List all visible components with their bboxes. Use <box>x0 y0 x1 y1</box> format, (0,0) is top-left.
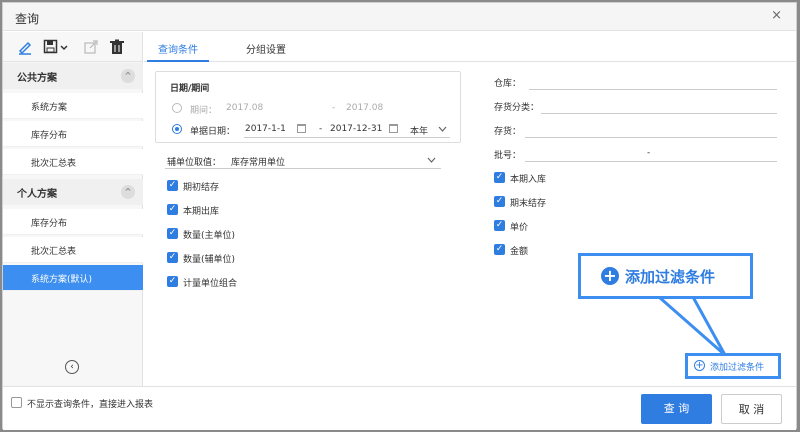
doc-date-label: 单据日期： <box>190 127 236 137</box>
dialog-footer: 不显示查询条件，直接进入报表 查 询 取 消 <box>3 386 796 430</box>
qty-aux-unit-label: 数量(辅单位) <box>183 255 236 265</box>
inventory-class-input[interactable] <box>541 113 777 114</box>
period-outbound-label: 本期出库 <box>183 207 220 217</box>
qty-main-unit-label: 数量(主单位) <box>183 231 236 241</box>
checkbox-closing-balance[interactable]: ✓ <box>494 196 505 207</box>
add-circle-icon: + <box>694 360 705 371</box>
date-preset-select[interactable]: 本年 <box>410 124 428 137</box>
add-filter-button[interactable]: + 添加过滤条件 <box>685 353 781 379</box>
inventory-input[interactable] <box>525 137 777 138</box>
collapse-sidebar-icon[interactable]: ‹ <box>65 360 79 374</box>
personal-scheme-group[interactable]: 个人方案 ^ <box>3 179 143 205</box>
closing-balance-label: 期末结存 <box>510 199 547 209</box>
checkbox-unit-group[interactable]: ✓ <box>167 276 178 287</box>
checkbox-period-inbound[interactable]: ✓ <box>494 172 505 183</box>
date-period-box: 日期/期间 期间： 2017.08 - 2017.08 单据日期： 2017-1… <box>155 71 461 143</box>
doc-date-dash: - <box>319 124 323 134</box>
sidebar-item-batch-summary[interactable]: 批次汇总表 <box>3 149 143 175</box>
doc-date-underline <box>244 137 450 138</box>
query-button[interactable]: 查 询 <box>641 394 712 424</box>
sidebar-item-personal-batch-summary[interactable]: 批次汇总表 <box>3 237 143 263</box>
inventory-class-label: 存货分类： <box>494 103 540 113</box>
active-tab-indicator <box>147 60 209 62</box>
batch-range-input[interactable] <box>525 161 777 162</box>
sidebar-item-personal-stock-distribution[interactable]: 库存分布 <box>3 209 143 235</box>
warehouse-input[interactable] <box>529 89 777 90</box>
tab-query-conditions[interactable]: 查询条件 <box>158 41 198 56</box>
doc-date-to-input[interactable]: 2017-12-31 <box>330 124 382 134</box>
checkbox-qty-aux-unit[interactable]: ✓ <box>167 252 178 263</box>
period-from-input[interactable]: 2017.08 <box>226 103 263 113</box>
delete-icon[interactable] <box>109 39 125 55</box>
aux-unit-select[interactable]: 库存常用单位 <box>231 155 285 168</box>
inventory-label: 存货： <box>494 127 522 137</box>
batch-label: 批号： <box>494 151 522 161</box>
public-scheme-group[interactable]: 公共方案 ^ <box>3 63 143 89</box>
checkbox-unit-price[interactable]: ✓ <box>494 220 505 231</box>
edit-icon[interactable] <box>17 39 33 55</box>
export-icon[interactable] <box>83 39 99 55</box>
unit-group-label: 计量单位组合 <box>183 279 238 289</box>
sidebar-item-personal-system-default[interactable]: 系统方案(默认) <box>3 265 143 291</box>
calendar-icon[interactable] <box>389 124 398 133</box>
period-label: 期间： <box>190 106 218 116</box>
add-filter-callout: + 添加过滤条件 <box>578 253 753 299</box>
aux-unit-underline <box>165 168 441 169</box>
tab-group-settings[interactable]: 分组设置 <box>246 41 286 56</box>
add-filter-label: 添加过滤条件 <box>710 363 765 373</box>
query-dialog: 查询 × 公共方案 ^ 系统方案 库存分布 批次汇总表 个人方案 ^ 库存分布 … <box>2 2 797 430</box>
chevron-down-icon[interactable] <box>427 157 436 164</box>
chevron-down-icon[interactable] <box>438 126 447 133</box>
period-inbound-label: 本期入库 <box>510 175 547 185</box>
period-radio[interactable] <box>172 103 182 113</box>
checkbox-period-outbound[interactable]: ✓ <box>167 204 178 215</box>
date-section-label: 日期/期间 <box>170 84 210 94</box>
checkbox-amount[interactable]: ✓ <box>494 244 505 255</box>
cancel-button[interactable]: 取 消 <box>721 394 782 424</box>
tab-bar: 查询条件 分组设置 <box>144 32 796 62</box>
scheme-sidebar: 公共方案 ^ 系统方案 库存分布 批次汇总表 个人方案 ^ 库存分布 批次汇总表… <box>3 32 143 386</box>
period-dash: - <box>332 103 336 113</box>
sidebar-item-system-scheme[interactable]: 系统方案 <box>3 93 143 119</box>
public-scheme-label: 公共方案 <box>17 73 57 84</box>
unit-price-label: 单价 <box>510 223 529 233</box>
chevron-up-icon[interactable]: ^ <box>121 185 135 199</box>
warehouse-label: 仓库： <box>494 79 522 89</box>
save-dropdown-icon[interactable] <box>59 39 69 55</box>
doc-date-from-input[interactable]: 2017-1-1 <box>245 124 286 134</box>
aux-unit-label: 辅单位取值： <box>167 158 222 168</box>
personal-scheme-label: 个人方案 <box>17 189 57 200</box>
callout-text: 添加过滤条件 <box>625 268 716 286</box>
calendar-icon[interactable] <box>297 124 306 133</box>
close-icon[interactable]: × <box>771 8 782 23</box>
save-icon[interactable] <box>43 39 59 55</box>
skip-query-label: 不显示查询条件，直接进入报表 <box>27 400 154 410</box>
period-to-input[interactable]: 2017.08 <box>346 103 383 113</box>
scheme-toolbar <box>3 32 143 62</box>
dialog-title: 查询 <box>15 12 40 26</box>
batch-dash: - <box>647 148 651 158</box>
add-circle-icon: + <box>601 267 619 285</box>
checkbox-qty-main-unit[interactable]: ✓ <box>167 228 178 239</box>
amount-label: 金额 <box>510 247 529 257</box>
checkbox-opening-balance[interactable]: ✓ <box>167 180 178 191</box>
doc-date-radio[interactable] <box>172 124 182 134</box>
skip-query-checkbox[interactable] <box>11 397 22 408</box>
callout-pointer <box>656 297 727 355</box>
dialog-titlebar: 查询 × <box>3 3 796 31</box>
opening-balance-label: 期初结存 <box>183 183 220 193</box>
sidebar-item-stock-distribution[interactable]: 库存分布 <box>3 121 143 147</box>
chevron-up-icon[interactable]: ^ <box>121 69 135 83</box>
